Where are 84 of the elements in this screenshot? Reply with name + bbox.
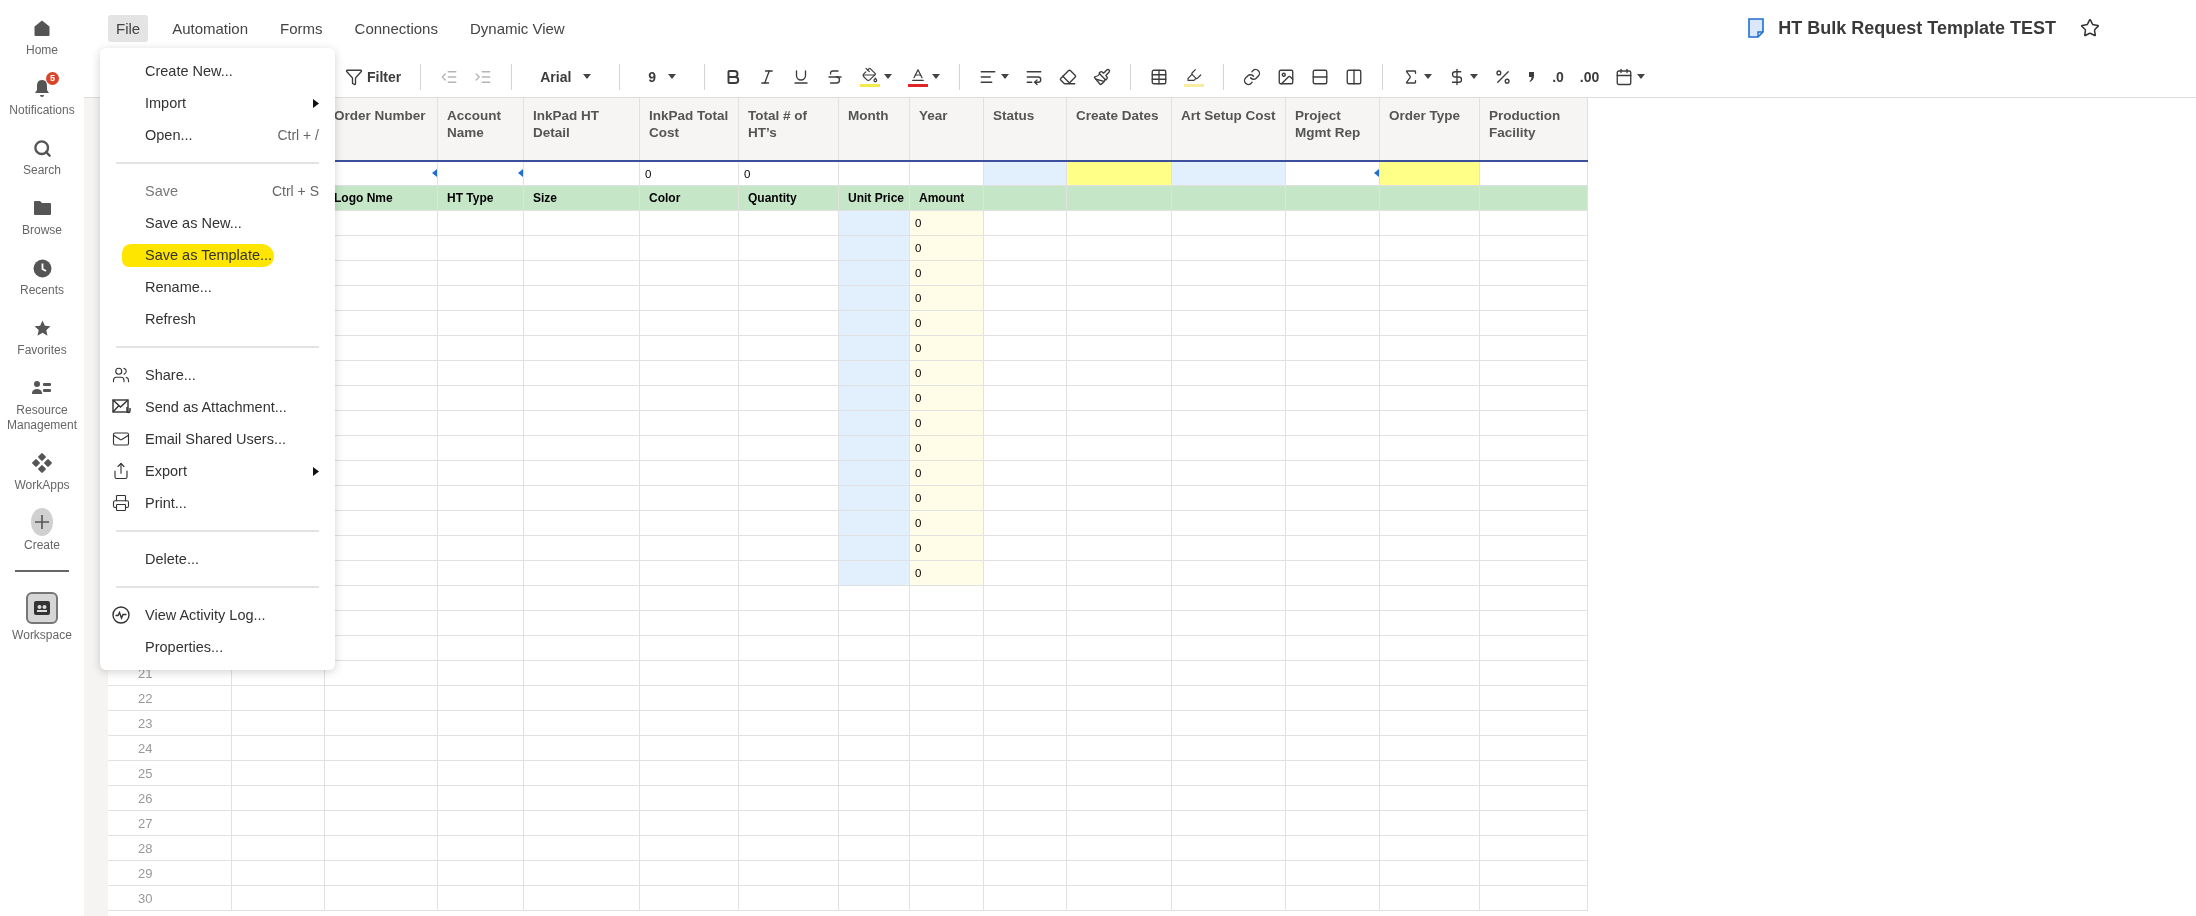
menu-item[interactable]: Create New... bbox=[100, 55, 335, 87]
sidebar-label: Notifications bbox=[9, 103, 75, 118]
menu-bar-item[interactable]: File bbox=[108, 14, 149, 42]
sidebar-label: Create bbox=[24, 538, 60, 553]
table-cell: Size bbox=[524, 186, 640, 211]
sidebar-item[interactable]: Workspace bbox=[0, 586, 84, 643]
sidebar-item[interactable]: WorkApps bbox=[0, 446, 84, 493]
column-header[interactable]: Order Type bbox=[1380, 98, 1480, 160]
menu-bar-item[interactable]: Dynamic View bbox=[461, 14, 573, 42]
table-cell: 0 bbox=[910, 311, 984, 336]
menu-item[interactable]: Send as Attachment... bbox=[100, 391, 335, 423]
table-cell: 0 bbox=[910, 486, 984, 511]
table-cell: 0 bbox=[910, 511, 984, 536]
menu-item[interactable]: Share... bbox=[100, 359, 335, 391]
document-title: HT Bulk Request Template TEST bbox=[1778, 17, 2056, 39]
row-number: 30 bbox=[108, 886, 232, 911]
row-number: 24 bbox=[108, 736, 232, 761]
row-number: 23 bbox=[108, 711, 232, 736]
row-number: 25 bbox=[108, 761, 232, 786]
table-cell: Color bbox=[640, 186, 739, 211]
menu-item[interactable]: Email Shared Users... bbox=[100, 423, 335, 455]
column-header[interactable]: Total # of HT’s bbox=[739, 98, 839, 160]
sidebar-item[interactable]: Browse bbox=[0, 191, 84, 238]
toolbar-dropdown[interactable]: Arial bbox=[526, 61, 606, 92]
menu-bar-item[interactable]: Connections bbox=[346, 14, 446, 42]
table-cell: 0 bbox=[910, 386, 984, 411]
table-cell: 0 bbox=[910, 336, 984, 361]
column-header[interactable]: Production Facility bbox=[1480, 98, 1588, 160]
table-cell: 0 bbox=[910, 461, 984, 486]
column-header[interactable]: Year bbox=[910, 98, 984, 160]
sidebar-item[interactable]: Create bbox=[0, 506, 84, 553]
sidebar-label: Browse bbox=[22, 223, 62, 238]
sidebar-item[interactable]: Search bbox=[0, 131, 84, 178]
notification-badge: 5 bbox=[46, 72, 59, 85]
sidebar-label: Resource Management bbox=[5, 403, 78, 433]
column-header[interactable]: Create Dates bbox=[1067, 98, 1172, 160]
filter-button[interactable]: Filter bbox=[340, 61, 407, 92]
table-cell: 0 bbox=[910, 286, 984, 311]
row-number: 29 bbox=[108, 861, 232, 886]
sidebar-label: WorkApps bbox=[14, 478, 70, 493]
row-number: 27 bbox=[108, 811, 232, 836]
column-header[interactable]: Art Setup Cost bbox=[1172, 98, 1286, 160]
menu-item[interactable]: Rename... bbox=[100, 271, 335, 303]
row-number: 22 bbox=[108, 686, 232, 711]
sidebar-item[interactable]: Home bbox=[0, 11, 84, 58]
table-cell: 0 bbox=[910, 411, 984, 436]
sidebar-label: Workspace bbox=[12, 628, 72, 643]
sidebar-item[interactable]: Resource Management bbox=[0, 371, 84, 433]
menu-item[interactable]: Properties... bbox=[100, 631, 335, 663]
table-cell: 0 bbox=[910, 561, 984, 586]
menu-item[interactable]: Delete... bbox=[100, 543, 335, 575]
menu-bar-item[interactable]: Automation bbox=[164, 14, 257, 42]
menu-item[interactable]: Refresh bbox=[100, 303, 335, 335]
sidebar-item[interactable]: Recents bbox=[0, 251, 84, 298]
menu-bar-item[interactable]: Forms bbox=[272, 14, 331, 42]
table-cell: 0 bbox=[910, 436, 984, 461]
menu-item[interactable]: Print... bbox=[100, 487, 335, 519]
table-cell: 0 bbox=[910, 361, 984, 386]
toolbar-dropdown[interactable]: 9 bbox=[634, 61, 691, 92]
column-header[interactable]: Month bbox=[839, 98, 910, 160]
sidebar-item[interactable]: Favorites bbox=[0, 311, 84, 358]
sidebar-label: Home bbox=[26, 43, 58, 58]
table-cell: 0 bbox=[910, 261, 984, 286]
column-header[interactable]: InkPad HT Detail bbox=[524, 98, 640, 160]
row-number: 28 bbox=[108, 836, 232, 861]
sidebar-label: Favorites bbox=[17, 343, 67, 358]
table-cell: Quantity bbox=[739, 186, 839, 211]
sidebar-item[interactable]: 5 Notifications bbox=[0, 71, 84, 118]
table-cell: HT Type bbox=[438, 186, 524, 211]
column-header[interactable]: InkPad Total Cost bbox=[640, 98, 739, 160]
row-number: 26 bbox=[108, 786, 232, 811]
decimal-button[interactable]: .0 bbox=[1547, 61, 1569, 92]
column-header[interactable]: Status bbox=[984, 98, 1067, 160]
sidebar-label: Recents bbox=[20, 283, 64, 298]
sidebar-label: Search bbox=[23, 163, 61, 178]
menu-item[interactable]: View Activity Log... bbox=[100, 599, 335, 631]
menu-item[interactable]: Save as Template... bbox=[100, 239, 335, 271]
table-cell: 0 bbox=[910, 536, 984, 561]
menu-item[interactable]: Export bbox=[100, 455, 335, 487]
table-cell: 0 bbox=[910, 236, 984, 261]
column-header[interactable]: Project Mgmt Rep bbox=[1286, 98, 1380, 160]
decimal-button[interactable]: .00 bbox=[1574, 61, 1605, 92]
column-header[interactable]: Account Name bbox=[438, 98, 524, 160]
table-cell: 0 bbox=[910, 211, 984, 236]
